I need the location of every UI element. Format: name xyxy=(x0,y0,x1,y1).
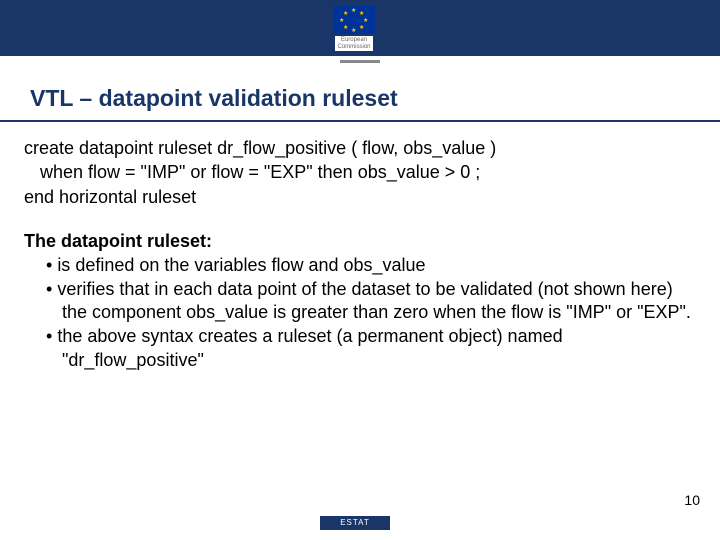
slide-title: VTL – datapoint validation ruleset xyxy=(0,75,720,122)
code-line: end horizontal ruleset xyxy=(24,185,696,209)
bullet-list: is defined on the variables flow and obs… xyxy=(24,254,696,373)
description-heading: The datapoint ruleset: xyxy=(24,231,696,252)
list-item: verifies that in each data point of the … xyxy=(32,278,696,326)
footer-label: ESTAT xyxy=(320,516,390,530)
ec-logo: ★ ★ ★ ★ ★ ★ ★ ★ EuropeanCommission xyxy=(324,6,384,51)
code-line: create datapoint ruleset dr_flow_positiv… xyxy=(24,136,696,160)
code-block: create datapoint ruleset dr_flow_positiv… xyxy=(24,136,696,209)
list-item: is defined on the variables flow and obs… xyxy=(32,254,696,278)
slide-content: create datapoint ruleset dr_flow_positiv… xyxy=(0,122,720,373)
logo-underline xyxy=(340,60,380,63)
header-bar: ★ ★ ★ ★ ★ ★ ★ ★ EuropeanCommission xyxy=(0,0,720,56)
code-line: when flow = "IMP" or flow = "EXP" then o… xyxy=(24,160,696,184)
page-number: 10 xyxy=(684,492,700,508)
list-item: the above syntax creates a ruleset (a pe… xyxy=(32,325,696,373)
eu-flag-icon: ★ ★ ★ ★ ★ ★ ★ ★ xyxy=(333,6,375,34)
logo-caption: EuropeanCommission xyxy=(335,36,372,51)
